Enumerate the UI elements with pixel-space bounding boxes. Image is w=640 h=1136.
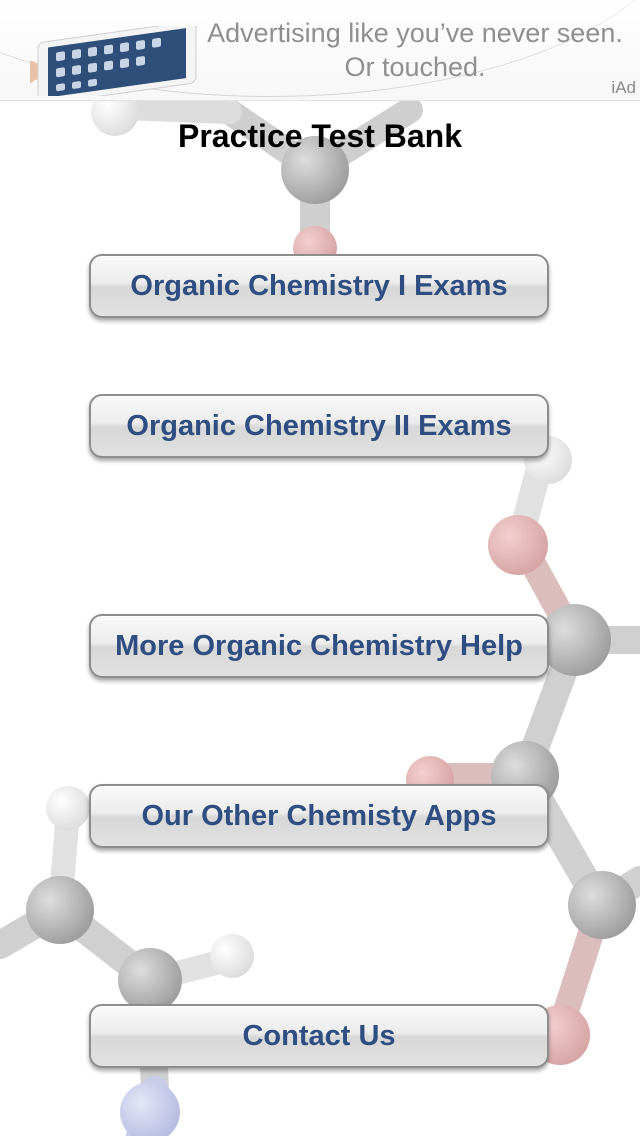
molecule-background-image xyxy=(0,88,640,1136)
organic-chemistry-1-exams-button[interactable]: Organic Chemistry I Exams xyxy=(89,254,549,318)
iad-banner[interactable]: Advertising like you’ve never seen. Or t… xyxy=(0,0,640,101)
ad-tablet-image xyxy=(30,26,197,96)
contact-us-button[interactable]: Contact Us xyxy=(89,1004,549,1068)
page-title: Practice Test Bank xyxy=(178,118,462,154)
ad-headline: Advertising like you’ve never seen. xyxy=(207,18,623,48)
iad-label: iAd xyxy=(611,78,636,97)
organic-chemistry-2-exams-button[interactable]: Organic Chemistry II Exams xyxy=(89,394,549,458)
other-chemistry-apps-button[interactable]: Our Other Chemisty Apps xyxy=(89,784,549,848)
ad-text: Advertising like you’ve never seen. Or t… xyxy=(205,16,625,84)
more-organic-chemistry-help-button[interactable]: More Organic Chemistry Help xyxy=(89,614,549,678)
ad-subline: Or touched. xyxy=(344,52,486,82)
